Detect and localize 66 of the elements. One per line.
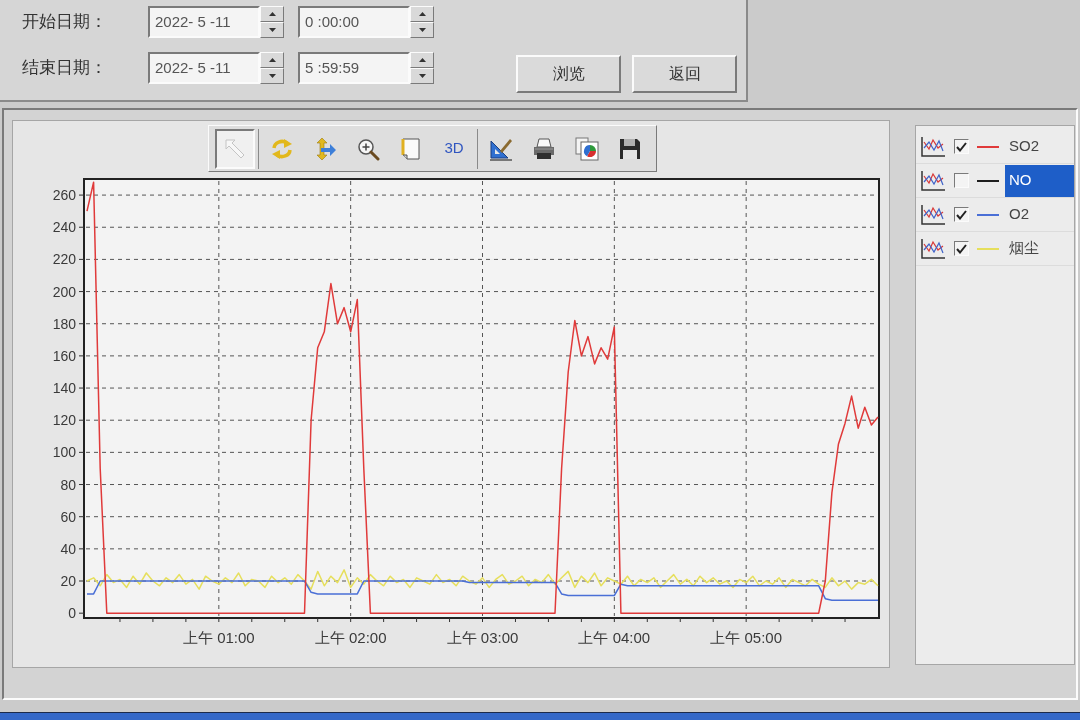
- y-tick-label: 160: [52, 347, 76, 364]
- legend-checkbox[interactable]: [954, 139, 969, 154]
- legend-checkbox[interactable]: [954, 173, 969, 188]
- spin-down-button[interactable]: [410, 22, 434, 38]
- legend-label[interactable]: O2: [1005, 198, 1033, 231]
- zoom-in-icon: [356, 136, 380, 161]
- x-tick-label: 上午 02:00: [314, 629, 387, 646]
- y-tick-label: 120: [52, 412, 76, 429]
- printer-icon: [532, 136, 556, 161]
- pie-chart-icon: [575, 136, 599, 161]
- caret-up-icon: [268, 12, 276, 16]
- y-tick-label: 140: [52, 380, 76, 397]
- x-tick-label: 上午 04:00: [578, 629, 651, 646]
- y-tick-label: 0: [68, 605, 76, 622]
- refresh-icon: [270, 136, 294, 161]
- page-icon: [399, 136, 423, 161]
- caret-down-icon: [268, 28, 276, 32]
- y-tick-label: 180: [52, 315, 76, 332]
- line-chart-icon: [920, 237, 946, 260]
- line-chart-icon: [920, 203, 946, 226]
- x-tick-label: 上午 05:00: [710, 629, 783, 646]
- y-tick-label: 220: [52, 251, 76, 268]
- x-tick-label: 上午 03:00: [446, 629, 519, 646]
- spin-up-button[interactable]: [260, 52, 284, 68]
- caret-down-icon: [268, 74, 276, 78]
- time-field[interactable]: 0 :00:00: [298, 6, 410, 38]
- line-chart-icon: [920, 135, 946, 158]
- spin-down-button[interactable]: [410, 68, 434, 84]
- caret-up-icon: [418, 12, 426, 16]
- y-tick-label: 100: [52, 444, 76, 461]
- action-button[interactable]: 浏览: [516, 55, 621, 93]
- caret-down-icon: [418, 74, 426, 78]
- line-chart-icon: [920, 169, 946, 192]
- legend-checkbox[interactable]: [954, 241, 969, 256]
- caret-down-icon: [418, 28, 426, 32]
- date-field[interactable]: 2022- 5 -11: [148, 52, 260, 84]
- y-tick-label: 200: [52, 283, 76, 300]
- y-tick-label: 40: [60, 540, 76, 557]
- date-field[interactable]: 2022- 5 -11: [148, 6, 260, 38]
- action-button[interactable]: 返回: [632, 55, 737, 93]
- legend-checkbox[interactable]: [954, 207, 969, 222]
- y-tick-label: 240: [52, 219, 76, 236]
- y-tick-label: 80: [60, 476, 76, 493]
- y-tick-label: 260: [52, 187, 76, 204]
- checkmark-icon: [956, 141, 967, 152]
- spin-up-button[interactable]: [410, 6, 434, 22]
- arrow-pointer-icon: [223, 136, 247, 161]
- y-tick-label: 60: [60, 508, 76, 525]
- checkmark-icon: [956, 243, 967, 254]
- set-square-pen-icon: [489, 136, 513, 161]
- x-tick-label: 上午 01:00: [182, 629, 255, 646]
- save-icon: [618, 136, 642, 161]
- spin-up-button[interactable]: [260, 6, 284, 22]
- field-label: 开始日期：: [22, 11, 108, 34]
- spin-up-button[interactable]: [410, 52, 434, 68]
- legend-label[interactable]: 烟尘: [1005, 232, 1043, 265]
- time-field[interactable]: 5 :59:59: [298, 52, 410, 84]
- legend-label[interactable]: SO2: [1005, 130, 1043, 163]
- field-label: 结束日期：: [22, 57, 108, 80]
- legend-label[interactable]: NO: [1005, 164, 1074, 197]
- spin-down-button[interactable]: [260, 68, 284, 84]
- spin-down-button[interactable]: [260, 22, 284, 38]
- caret-up-icon: [418, 58, 426, 62]
- caret-up-icon: [268, 58, 276, 62]
- y-tick-label: 20: [60, 573, 76, 589]
- checkmark-icon: [956, 209, 967, 220]
